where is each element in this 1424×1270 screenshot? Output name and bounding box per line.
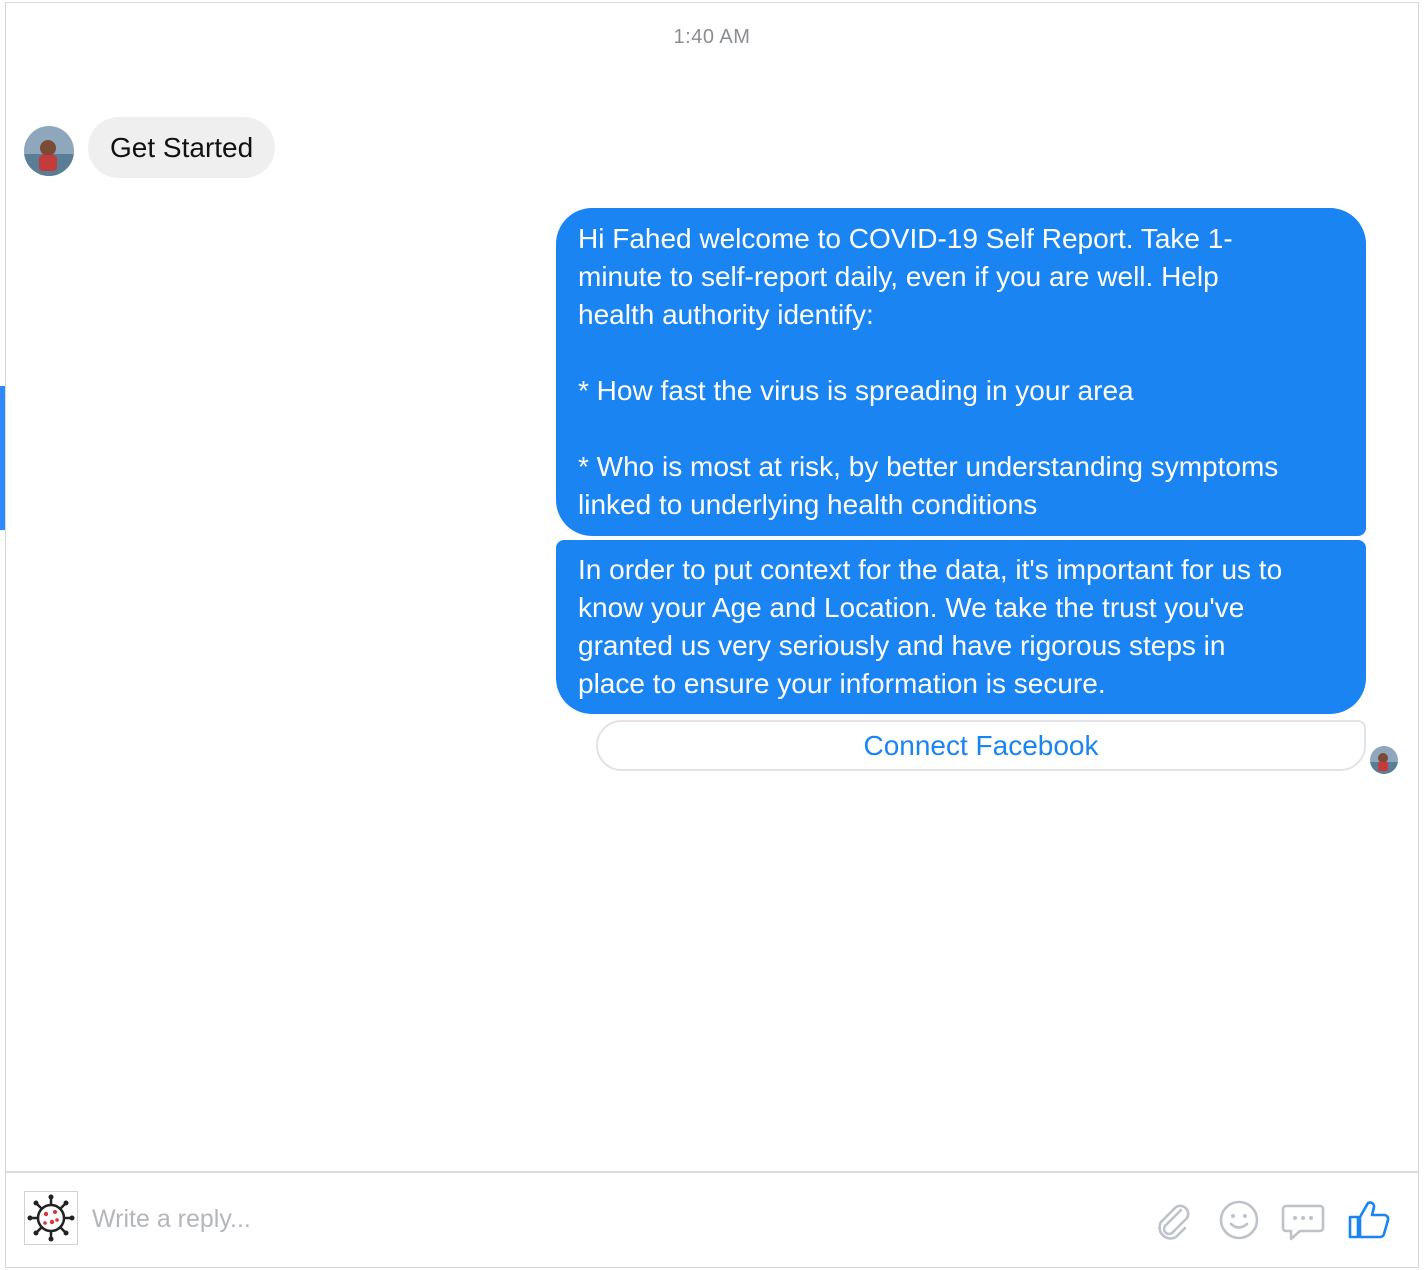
user-message-text: Get Started bbox=[110, 131, 254, 163]
emoji-icon[interactable] bbox=[1216, 1197, 1262, 1243]
reply-input[interactable] bbox=[90, 1195, 694, 1243]
paperclip-icon[interactable] bbox=[1150, 1197, 1196, 1243]
message-timestamp: 1:40 AM bbox=[673, 26, 751, 48]
chat-bubble-icon[interactable] bbox=[1280, 1197, 1326, 1243]
user-message-get-started: Get Started bbox=[88, 117, 276, 178]
user-avatar[interactable] bbox=[24, 126, 74, 176]
bot-message-welcome: Hi Fahed welcome to COVID-19 Self Report… bbox=[556, 208, 1366, 536]
virus-logo-icon bbox=[24, 1191, 78, 1245]
seen-avatar bbox=[1370, 746, 1398, 774]
active-indicator bbox=[0, 386, 5, 530]
bot-message-context: In order to put context for the data, it… bbox=[556, 540, 1366, 714]
thumbs-up-icon[interactable] bbox=[1346, 1197, 1392, 1243]
connect-facebook-button[interactable]: Connect Facebook bbox=[596, 720, 1366, 771]
composer-bar bbox=[6, 1171, 1418, 1267]
connect-facebook-label: Connect Facebook bbox=[863, 729, 1099, 761]
